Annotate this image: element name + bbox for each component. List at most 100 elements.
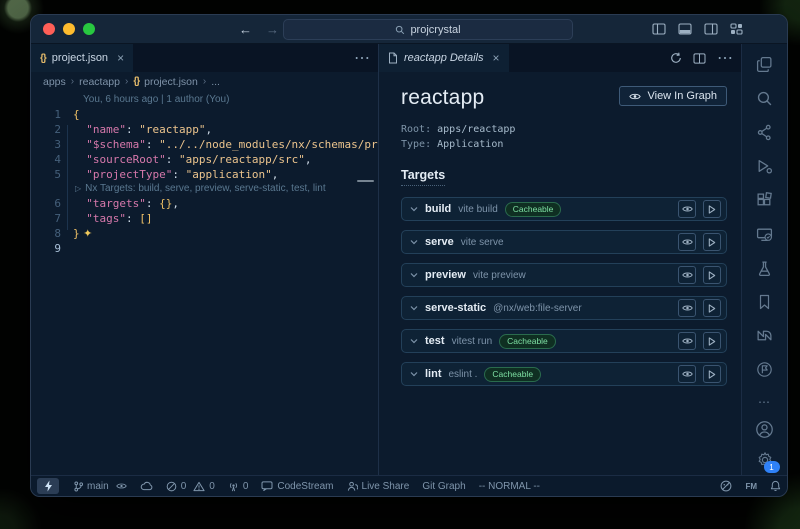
extensions-icon[interactable] [756,192,773,209]
chevron-down-icon[interactable] [410,338,418,344]
code-line[interactable]: 5 "projectType": "application", [31,167,378,182]
target-row[interactable]: serve-static @nx/web:file-server [401,296,727,320]
live-share-item[interactable]: Live Share [347,481,410,492]
status-bar: main 0 0 0 CodeStream Live Share Git Gra… [31,475,787,496]
close-window-button[interactable] [43,23,55,35]
bookmarks-icon[interactable] [757,294,772,310]
more-actions-icon[interactable]: ⋯ [717,48,733,68]
view-in-graph-button[interactable]: View In Graph [619,86,727,106]
target-row[interactable]: build vite build Cacheable [401,197,727,221]
toggle-secondary-sidebar-icon[interactable] [704,23,718,35]
run-target-button[interactable] [703,365,721,383]
breadcrumb-item[interactable]: ... [211,76,220,88]
target-command: vitest run [452,336,493,347]
breadcrumb-item[interactable]: project.json [144,76,198,88]
close-tab-icon[interactable]: × [117,51,124,65]
ports-item[interactable]: 0 [228,481,249,492]
view-target-button[interactable] [678,266,696,284]
back-arrow-icon[interactable]: ← [239,22,252,37]
gitlens-eye-icon [116,482,127,490]
target-name: preview [425,269,466,281]
target-row[interactable]: preview vite preview [401,263,727,287]
run-target-button[interactable] [703,233,721,251]
target-row[interactable]: lint eslint . Cacheable [401,362,727,386]
close-tab-icon[interactable]: × [493,51,500,65]
forward-arrow-icon[interactable]: → [266,22,279,37]
refresh-icon[interactable] [670,52,682,64]
zoom-window-button[interactable] [83,23,95,35]
bell-icon[interactable] [770,480,781,492]
toggle-panel-icon[interactable] [678,23,692,35]
tab-project-json[interactable]: {} project.json × [31,44,133,72]
testing-beaker-icon[interactable] [756,260,773,277]
editor-group-left: {} project.json × ⋯ apps›reactapp›{}proj… [31,44,379,475]
gitlens-authors-codelens[interactable]: You, 6 hours ago | 1 author (You) [31,93,378,107]
breadcrumb-separator-icon: › [203,76,206,87]
run-target-button[interactable] [703,200,721,218]
tab-label: reactapp Details [404,52,484,64]
gitlens-cloud-item[interactable] [140,481,153,491]
command-center-search[interactable]: projcrystal [283,19,573,40]
code-line[interactable]: 4 "sourceRoot": "apps/reactapp/src", [31,152,378,167]
codetour-flag-icon[interactable] [756,361,773,378]
code-editor[interactable]: You, 6 hours ago | 1 author (You)1{2 "na… [31,91,378,475]
target-row[interactable]: serve vite serve [401,230,727,254]
more-actions-icon[interactable]: ⋯ [354,48,370,68]
run-target-button[interactable] [703,299,721,317]
customize-layout-icon[interactable] [730,23,743,35]
view-target-button[interactable] [678,299,696,317]
code-line[interactable]: 9 [31,241,378,256]
search-value: projcrystal [410,24,460,36]
run-debug-icon[interactable] [756,158,773,175]
view-target-button[interactable] [678,200,696,218]
problems-item[interactable]: 0 0 [166,481,215,492]
code-line[interactable]: 6 "targets": {}, [31,196,378,211]
run-target-button[interactable] [703,266,721,284]
play-icon [708,370,716,379]
play-icon [708,271,716,280]
code-line[interactable]: 2 "name": "reactapp", [31,122,378,137]
breadcrumb-item[interactable]: apps [43,76,66,88]
remote-explorer-icon[interactable] [756,226,773,243]
remote-indicator[interactable] [37,478,59,494]
view-target-button[interactable] [678,365,696,383]
view-target-button[interactable] [678,332,696,350]
view-target-button[interactable] [678,233,696,251]
git-graph-item[interactable]: Git Graph [422,481,465,492]
lightning-icon [44,480,53,492]
chevron-down-icon[interactable] [410,272,418,278]
code-line[interactable]: 7 "tags": [] [31,211,378,226]
chevron-down-icon[interactable] [410,371,418,377]
search-icon[interactable] [756,90,773,107]
minimize-window-button[interactable] [63,23,75,35]
code-line[interactable]: 3 "$schema": "../../node_modules/nx/sche… [31,137,378,152]
editor-group-right: reactapp Details × ⋯ reactapp View [379,44,741,475]
format-indicator[interactable]: FM [745,482,757,491]
target-row[interactable]: test vitest run Cacheable [401,329,727,353]
target-command: vite build [458,204,497,215]
copilot-icon[interactable] [720,480,732,492]
additional-views-icon[interactable]: ⋯ [758,395,771,409]
split-editor-icon[interactable] [693,53,706,64]
nx-targets-codelens[interactable]: ▷Nx Targets: build, serve, preview, serv… [31,182,378,196]
chevron-down-icon[interactable] [410,239,418,245]
settings-gear-icon[interactable]: 1 [756,451,774,469]
tab-reactapp-details[interactable]: reactapp Details × [379,44,509,72]
explorer-icon[interactable] [756,56,773,73]
git-branch-item[interactable]: main [74,481,127,492]
vim-mode-indicator[interactable]: -- NORMAL -- [479,481,540,492]
account-icon[interactable] [755,420,774,439]
run-target-button[interactable] [703,332,721,350]
nx-console-icon[interactable] [756,327,773,344]
target-name: test [425,335,445,347]
chevron-down-icon[interactable] [410,305,418,311]
code-line[interactable]: 1{ [31,107,378,122]
breadcrumb-item[interactable]: reactapp [79,76,120,88]
chevron-down-icon[interactable] [410,206,418,212]
eye-icon [629,92,641,101]
code-line[interactable]: 8} ✦ [31,226,378,241]
source-control-icon[interactable] [756,124,773,141]
toggle-sidebar-icon[interactable] [652,23,666,35]
activity-bar: ⋯ 1 [741,44,787,475]
codestream-item[interactable]: CodeStream [261,481,333,492]
